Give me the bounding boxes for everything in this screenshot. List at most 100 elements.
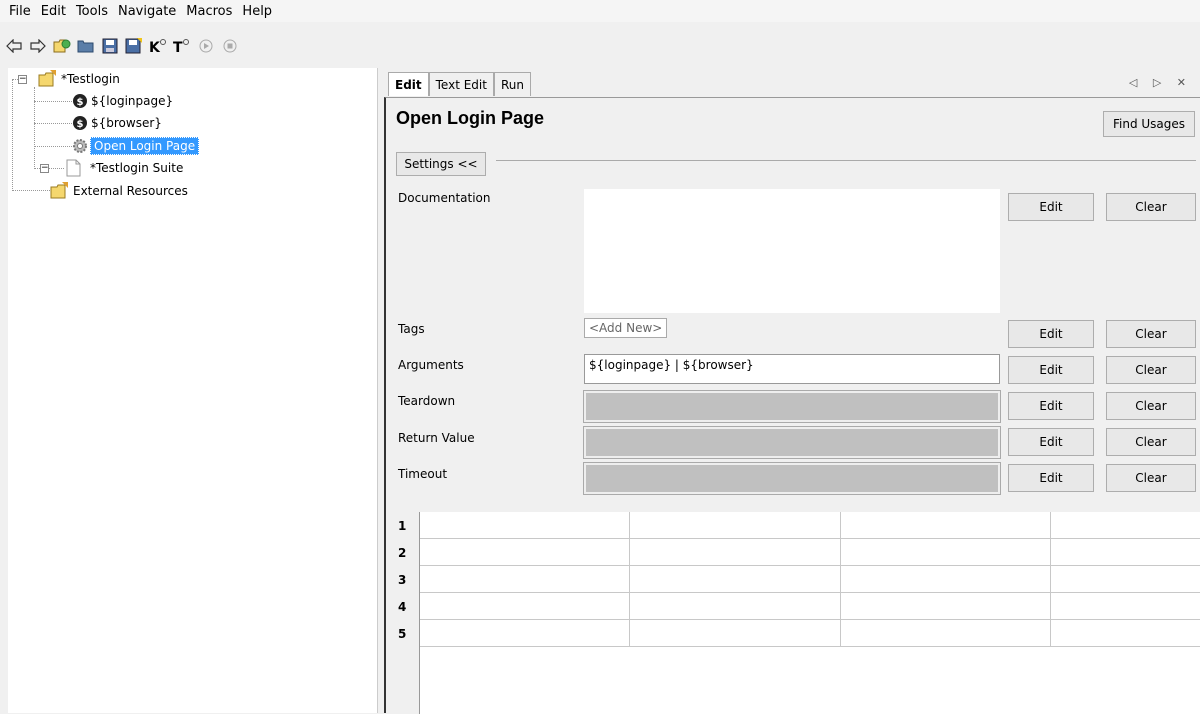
table-row: 4 <box>390 593 1200 620</box>
row-number[interactable]: 1 <box>390 512 420 539</box>
menu-help[interactable]: Help <box>237 4 277 19</box>
documentation-field[interactable] <box>584 189 1000 313</box>
tab-text-edit[interactable]: Text Edit <box>428 72 494 96</box>
forward-arrow-icon[interactable] <box>28 36 48 56</box>
keyword-editor: Open Login Page Find Usages Settings << … <box>384 97 1200 714</box>
menu-bar: File Edit Tools Navigate Macros Help <box>0 0 1200 22</box>
grid-cell[interactable] <box>1051 539 1200 566</box>
row-number[interactable]: 5 <box>390 620 420 647</box>
svg-text:$: $ <box>77 119 84 130</box>
grid-cell[interactable] <box>841 620 1051 647</box>
grid-cell[interactable] <box>1051 620 1200 647</box>
grid-cell[interactable] <box>420 620 630 647</box>
tree-item-label: External Resources <box>73 184 188 198</box>
tags-label: Tags <box>398 322 425 336</box>
table-row: 1 <box>390 512 1200 539</box>
tree-item-loginpage[interactable]: $ ${loginpage} <box>72 91 176 111</box>
svg-text:K: K <box>149 40 161 54</box>
grid-cell[interactable] <box>630 512 841 539</box>
row-number[interactable]: 3 <box>390 566 420 593</box>
teardown-edit-button[interactable]: Edit <box>1008 392 1094 420</box>
stop-icon[interactable] <box>220 36 240 56</box>
menu-tools[interactable]: Tools <box>71 4 113 19</box>
teardown-clear-button[interactable]: Clear <box>1106 392 1196 420</box>
svg-text:T: T <box>173 40 183 54</box>
collapse-suite-icon[interactable]: − <box>40 164 49 173</box>
row-number[interactable]: 4 <box>390 593 420 620</box>
timeout-edit-button[interactable]: Edit <box>1008 464 1094 492</box>
tree-item-label: Open Login Page <box>90 137 200 155</box>
grid-cell[interactable] <box>1051 512 1200 539</box>
back-arrow-icon[interactable] <box>4 36 24 56</box>
collapse-root-icon[interactable]: − <box>18 75 27 84</box>
steps-grid: 1 2 3 4 5 <box>390 512 1200 714</box>
menu-macros[interactable]: Macros <box>181 4 237 19</box>
search-keyword-icon[interactable]: K <box>148 36 168 56</box>
grid-cell[interactable] <box>420 566 630 593</box>
row-header-filler <box>390 647 420 714</box>
timeout-clear-button[interactable]: Clear <box>1106 464 1196 492</box>
arguments-clear-button[interactable]: Clear <box>1106 356 1196 384</box>
timeout-label: Timeout <box>398 467 448 481</box>
settings-toggle-button[interactable]: Settings << <box>396 152 486 176</box>
save-all-icon[interactable] <box>124 36 144 56</box>
arguments-edit-button[interactable]: Edit <box>1008 356 1094 384</box>
tab-edit[interactable]: Edit <box>388 72 429 96</box>
open-folder-icon[interactable] <box>76 36 96 56</box>
tree-item-external-resources[interactable]: External Resources <box>50 181 191 201</box>
editor-tabs: Edit Text Edit Run <box>388 72 531 96</box>
project-tree: − *Testlogin $ ${loginpage} $ ${browser}… <box>8 68 378 713</box>
save-icon[interactable] <box>100 36 120 56</box>
grid-cell[interactable] <box>630 620 841 647</box>
grid-cell[interactable] <box>841 566 1051 593</box>
grid-cell[interactable] <box>1051 593 1200 620</box>
teardown-field[interactable] <box>583 390 1001 423</box>
grid-cell[interactable] <box>1051 566 1200 593</box>
svg-text:$: $ <box>77 97 84 108</box>
tree-item-label: ${loginpage} <box>91 94 174 108</box>
teardown-label: Teardown <box>398 394 456 408</box>
add-tag-button[interactable]: <Add New> <box>584 318 668 338</box>
tree-item-root[interactable]: *Testlogin <box>38 69 123 89</box>
tab-navigation[interactable]: ◁ ▷ ✕ <box>1129 76 1192 89</box>
menu-navigate[interactable]: Navigate <box>113 4 181 19</box>
arguments-field[interactable]: ${loginpage} | ${browser} <box>584 354 1000 384</box>
tree-item-suite[interactable]: *Testlogin Suite <box>66 158 186 178</box>
run-icon[interactable] <box>196 36 216 56</box>
grid-cell[interactable] <box>630 593 841 620</box>
project-folder-icon <box>50 182 68 199</box>
table-row: 3 <box>390 566 1200 593</box>
grid-cell[interactable] <box>420 512 630 539</box>
tree-item-browser[interactable]: $ ${browser} <box>72 113 165 133</box>
keyword-title: Open Login Page <box>396 108 545 128</box>
grid-cell[interactable] <box>630 566 841 593</box>
table-row: 5 <box>390 620 1200 647</box>
return-value-clear-button[interactable]: Clear <box>1106 428 1196 456</box>
grid-cell[interactable] <box>841 539 1051 566</box>
arguments-label: Arguments <box>398 358 464 372</box>
table-row: 2 <box>390 539 1200 566</box>
toolbar: K T <box>0 32 240 60</box>
grid-cell[interactable] <box>841 593 1051 620</box>
search-test-icon[interactable]: T <box>172 36 192 56</box>
grid-cell[interactable] <box>630 539 841 566</box>
grid-cell[interactable] <box>841 512 1051 539</box>
tags-clear-button[interactable]: Clear <box>1106 320 1196 348</box>
timeout-field[interactable] <box>583 462 1001 495</box>
grid-cell[interactable] <box>420 593 630 620</box>
documentation-clear-button[interactable]: Clear <box>1106 193 1196 221</box>
tags-edit-button[interactable]: Edit <box>1008 320 1094 348</box>
return-value-label: Return Value <box>398 431 475 445</box>
tree-item-label: *Testlogin Suite <box>90 161 184 175</box>
row-number[interactable]: 2 <box>390 539 420 566</box>
find-usages-button[interactable]: Find Usages <box>1103 111 1195 137</box>
menu-file[interactable]: File <box>4 4 36 19</box>
grid-cell[interactable] <box>420 539 630 566</box>
open-project-icon[interactable] <box>52 36 72 56</box>
return-value-field[interactable] <box>583 426 1001 459</box>
return-value-edit-button[interactable]: Edit <box>1008 428 1094 456</box>
tab-run[interactable]: Run <box>493 72 531 96</box>
tree-item-open-login-page[interactable]: Open Login Page <box>70 136 200 156</box>
documentation-edit-button[interactable]: Edit <box>1008 193 1094 221</box>
menu-edit[interactable]: Edit <box>36 4 71 19</box>
